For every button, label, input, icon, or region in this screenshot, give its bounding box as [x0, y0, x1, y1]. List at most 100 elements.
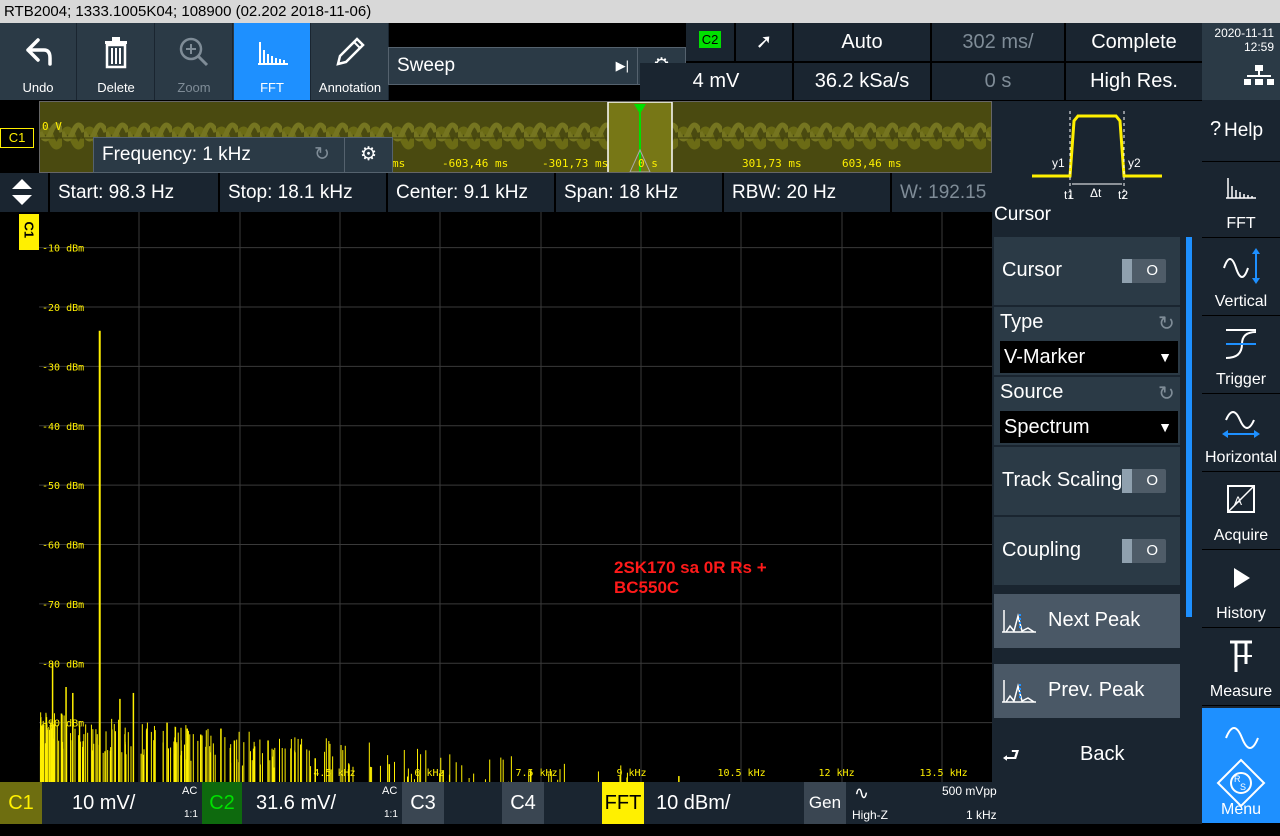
menu-horizontal[interactable]: Horizontal	[1202, 396, 1280, 472]
overview-channel-label: C1	[0, 128, 34, 148]
c4-button[interactable]: C4	[502, 782, 544, 824]
c3-button[interactable]: C3	[402, 782, 444, 824]
gear-icon[interactable]: ⚙	[344, 138, 392, 172]
coupling-label: Coupling	[1002, 539, 1081, 561]
back-label: Back	[1080, 743, 1125, 765]
help-label: Help	[1224, 120, 1264, 141]
menu-measure[interactable]: Measure	[1202, 630, 1280, 706]
acquire-icon: A	[1227, 485, 1255, 513]
menu-history[interactable]: History	[1202, 552, 1280, 628]
menu-trigger[interactable]: Trigger	[1202, 318, 1280, 394]
coupling-row[interactable]: Coupling O	[994, 517, 1180, 585]
plot-annotation[interactable]: 2SK170 sa 0R Rs + BC550C	[614, 558, 767, 598]
y-tick-label: -40 dBm	[42, 422, 84, 433]
c3-empty[interactable]	[444, 782, 500, 824]
fft-channel-button[interactable]: FFT	[602, 782, 644, 824]
trigger-channel-badge: C2	[698, 31, 722, 48]
play-icon	[1234, 568, 1250, 588]
chevron-down-icon: ▼	[1158, 349, 1172, 365]
reset-icon[interactable]: ↻	[1158, 311, 1175, 336]
source-select[interactable]: Spectrum ▼	[1000, 411, 1178, 443]
help-button[interactable]: ? Help	[1202, 100, 1280, 162]
c4-empty[interactable]	[544, 782, 600, 824]
y-tick-label: -80 dBm	[42, 659, 84, 670]
menu-fft[interactable]: FFT	[1202, 162, 1280, 238]
track-scaling-row[interactable]: Track Scaling O	[994, 447, 1180, 515]
fft-scale[interactable]: 10 dBm/	[644, 782, 802, 824]
timebase[interactable]: 302 ms/	[932, 23, 1064, 61]
peak-search-icon	[1002, 680, 1036, 703]
trigger-slope[interactable]: ➚	[736, 23, 792, 61]
acquisition-mode[interactable]: High Res.	[1066, 63, 1202, 100]
fft-button[interactable]: FFT	[234, 23, 311, 100]
frequency-popup[interactable]: Frequency: 1 kHz ↻ ⚙	[93, 137, 393, 173]
toolbar: Undo Delete Zoom FFT Annotation	[0, 23, 389, 100]
panel-scrollbar[interactable]	[1186, 237, 1192, 617]
fft-center[interactable]: Center: 9.1 kHz	[388, 173, 556, 212]
prev-peak-label: Prev. Peak	[1048, 679, 1145, 701]
coupling-toggle[interactable]: O	[1122, 539, 1166, 563]
x-tick-label: 4.5 kHz	[313, 768, 355, 779]
trash-icon	[105, 37, 127, 69]
fft-info-bar: Start: 98.3 Hz Stop: 18.1 kHz Center: 9.…	[0, 173, 992, 212]
trigger-mode[interactable]: Auto	[794, 23, 930, 61]
horizontal-icon	[1222, 411, 1260, 438]
overview-tick: 301,73 ms	[742, 157, 802, 170]
overview-tick: -603,46 ms	[442, 157, 509, 170]
track-scaling-label: Track Scaling	[1002, 469, 1123, 491]
c1-button[interactable]: C1	[0, 782, 42, 824]
menu-button[interactable]: RS Menu	[1202, 708, 1280, 824]
spectrum-chart: -10 dBm -20 dBm -30 dBm -40 dBm -50 dBm -60 d…	[39, 212, 992, 800]
source-row[interactable]: Source ↻ Spectrum ▼	[994, 377, 1180, 445]
menu-trigger-label: Trigger	[1215, 371, 1267, 388]
menu-acquire[interactable]: A Acquire	[1202, 474, 1280, 550]
type-select[interactable]: V-Marker ▼	[1000, 341, 1178, 373]
cursor-toggle[interactable]: O	[1122, 259, 1166, 283]
prev-peak-button[interactable]: Prev. Peak	[994, 664, 1180, 718]
acquisition-state[interactable]: Complete	[1066, 23, 1202, 61]
fft-window[interactable]: W: 192.15 r	[892, 173, 992, 212]
c2-scale-box[interactable]: 31.6 mV/ AC 1:1	[242, 782, 400, 824]
next-peak-button[interactable]: Next Peak	[994, 594, 1180, 648]
trigger-level[interactable]: 4 mV	[640, 63, 792, 100]
undo-label: Undo	[22, 80, 54, 95]
trigger-source[interactable]: C2	[686, 23, 734, 61]
cursor-toggle-row[interactable]: Cursor O	[994, 237, 1180, 305]
c1-scale: 10 mV/	[72, 792, 136, 814]
window-title: RTB2004; 1333.1005K04; 108900 (02.202 20…	[0, 0, 1280, 23]
gen-frequency: 1 kHz	[966, 808, 997, 822]
annotation-button[interactable]: Annotation	[312, 23, 389, 100]
sample-rate[interactable]: 36.2 kSa/s	[794, 63, 930, 100]
type-row[interactable]: Type ↻ V-Marker ▼	[994, 307, 1180, 375]
fft-start[interactable]: Start: 98.3 Hz	[50, 173, 220, 212]
c1-scale-box[interactable]: 10 mV/ AC 1:1	[42, 782, 200, 824]
overview-tick: ms	[392, 157, 406, 170]
menu-horizontal-label: Horizontal	[1204, 449, 1278, 466]
zoom-button[interactable]: Zoom	[156, 23, 233, 100]
c2-button[interactable]: C2	[202, 782, 242, 824]
gen-settings[interactable]: ∿ High-Z 500 mVpp 1 kHz	[846, 782, 1002, 824]
channel-marker[interactable]: C1	[19, 214, 39, 250]
svg-text:S: S	[1240, 782, 1246, 792]
y-tick-label: -60 dBm	[42, 541, 84, 552]
menu-vertical-label: Vertical	[1214, 293, 1268, 310]
undo-button[interactable]: Undo	[0, 23, 77, 100]
gen-button[interactable]: Gen	[804, 782, 846, 824]
track-scaling-toggle[interactable]: O	[1122, 469, 1166, 493]
menu-vertical[interactable]: Vertical	[1202, 240, 1280, 316]
y-tick-label: -30 dBm	[42, 362, 84, 373]
fft-span[interactable]: Span: 18 kHz	[556, 173, 724, 212]
fft-rbw[interactable]: RBW: 20 Hz	[724, 173, 892, 212]
spectrum-plot[interactable]: -10 dBm -20 dBm -30 dBm -40 dBm -50 dBm -60 d…	[39, 212, 992, 800]
scroll-arrows-icon[interactable]	[0, 173, 50, 212]
reset-icon[interactable]: ↻	[1158, 381, 1175, 406]
fft-stop[interactable]: Stop: 18.1 kHz	[220, 173, 388, 212]
back-button[interactable]: ⮐ Back	[992, 727, 1202, 782]
x-tick-label: 10.5 kHz	[717, 768, 765, 779]
menu-fft-label: FFT	[1226, 215, 1256, 232]
horizontal-offset[interactable]: 0 s	[932, 63, 1064, 100]
datetime: 2020-11-11 12:59	[1202, 23, 1280, 100]
date-text: 2020-11-11	[1214, 26, 1274, 40]
reset-icon[interactable]: ↻	[314, 138, 330, 172]
delete-button[interactable]: Delete	[78, 23, 155, 100]
